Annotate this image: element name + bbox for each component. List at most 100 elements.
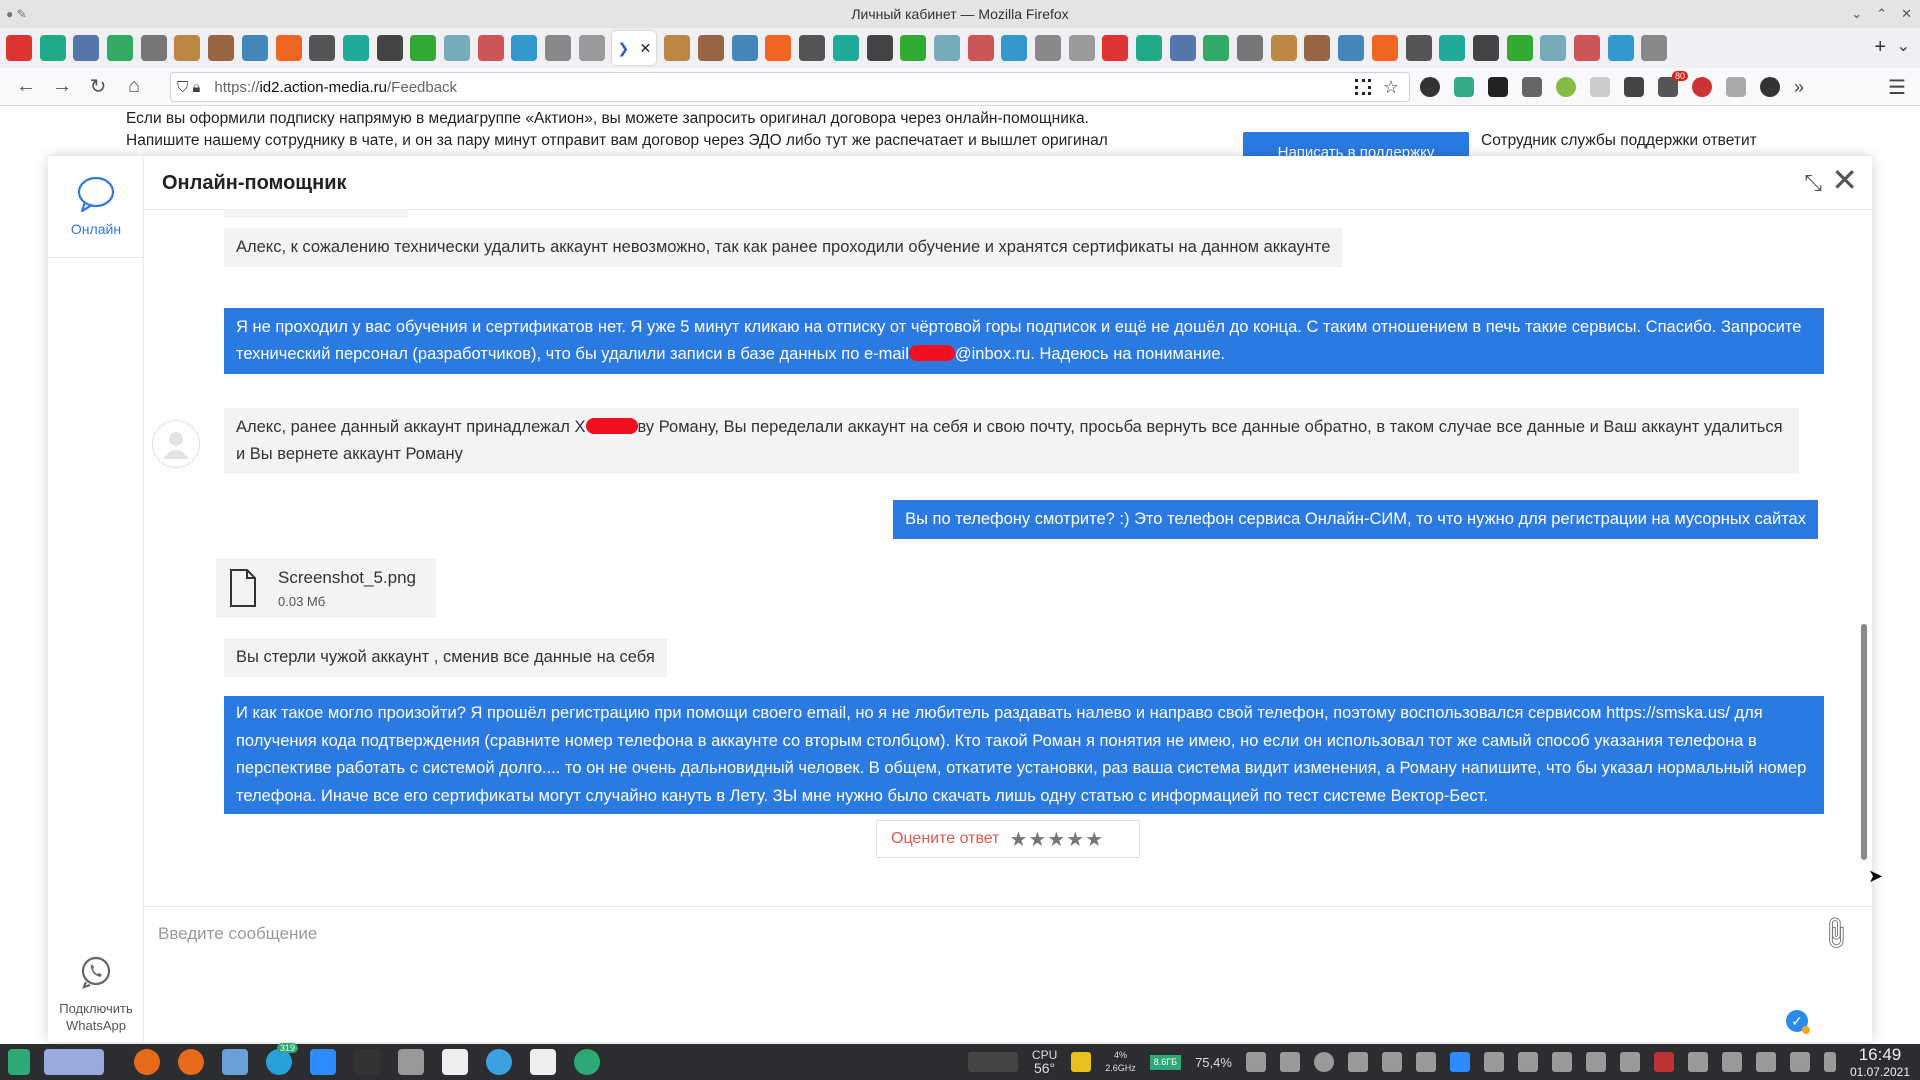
close-dialog-icon[interactable]: ✕	[1831, 164, 1858, 196]
pinned-tab[interactable]	[1540, 35, 1567, 61]
connect-whatsapp-button[interactable]: Подключить WhatsApp	[48, 955, 144, 1042]
media-icon[interactable]	[1279, 1052, 1300, 1072]
battery-icon[interactable]	[1551, 1052, 1572, 1072]
extension-green-icon[interactable]	[1556, 77, 1576, 97]
collapse-icon[interactable]: ⤡	[1804, 170, 1822, 196]
pinned-tab[interactable]	[545, 35, 571, 61]
pinned-tab[interactable]	[765, 35, 792, 61]
usb-icon[interactable]	[1619, 1052, 1640, 1072]
hamburger-menu-icon[interactable]: ☰	[1888, 75, 1906, 100]
pinned-tab[interactable]	[1169, 35, 1196, 61]
rating-stars[interactable]: ★★★★★	[1009, 827, 1104, 852]
pinned-tab[interactable]	[1270, 35, 1297, 61]
extension-a-icon[interactable]	[1420, 77, 1440, 97]
tray-app-icon-2[interactable]	[1415, 1052, 1436, 1072]
pinned-tab[interactable]	[208, 35, 235, 61]
notification-icon[interactable]	[1687, 1052, 1708, 1072]
extension-barcode-icon[interactable]	[1522, 77, 1542, 97]
pinned-tab[interactable]	[107, 35, 134, 61]
back-arrow-icon[interactable]: ←	[8, 75, 44, 98]
file-attachment[interactable]: Screenshot_5.png 0.03 Мб	[216, 558, 436, 618]
pinned-tab[interactable]	[511, 35, 538, 61]
zoom-icon[interactable]	[310, 1049, 336, 1075]
pinned-tab[interactable]	[1203, 35, 1230, 61]
pinned-tab[interactable]	[174, 35, 201, 61]
pinned-tab[interactable]	[1641, 35, 1668, 61]
pinned-tab[interactable]	[241, 35, 268, 61]
pinned-tab[interactable]	[1338, 35, 1365, 61]
forward-arrow-icon[interactable]: →	[44, 75, 80, 98]
pinned-tab[interactable]	[1068, 35, 1095, 61]
pinned-tab[interactable]	[1102, 35, 1129, 61]
bookmark-star-icon[interactable]: ☆	[1383, 77, 1399, 98]
extension-sync-icon[interactable]	[1760, 77, 1780, 97]
firefox-icon-2[interactable]	[178, 1049, 204, 1075]
pinned-tab[interactable]	[73, 35, 100, 61]
pinned-tab[interactable]	[900, 35, 927, 61]
close-tab-icon[interactable]: ✕	[640, 40, 652, 57]
typora-icon[interactable]	[442, 1049, 468, 1075]
online-tab[interactable]: Онлайн	[48, 156, 144, 258]
pinned-tab[interactable]	[967, 35, 994, 61]
app-launcher-icon[interactable]	[8, 1049, 30, 1075]
pinned-tab[interactable]	[1001, 35, 1028, 61]
pinned-tab[interactable]	[376, 35, 403, 61]
pinned-tab[interactable]	[410, 35, 437, 61]
pinned-tab[interactable]	[443, 35, 470, 61]
extension-qr-icon[interactable]	[1624, 77, 1644, 97]
reload-icon[interactable]: ↻	[80, 74, 116, 99]
pinned-tab[interactable]	[1607, 35, 1634, 61]
extension-shield-icon[interactable]	[1590, 77, 1610, 97]
pinned-tab[interactable]	[1573, 35, 1600, 61]
new-tab-button[interactable]: +	[1874, 36, 1886, 59]
pinned-tab[interactable]	[578, 35, 605, 61]
tray-expand-icon[interactable]	[1823, 1052, 1836, 1072]
pinned-tab[interactable]	[275, 35, 302, 61]
pinned-tab[interactable]	[6, 35, 32, 61]
bluetooth-icon[interactable]	[1755, 1052, 1776, 1072]
active-tab[interactable]: ❯ ✕	[612, 31, 657, 65]
url-bar[interactable]: ⛉ 🔒︎ https:// id2.action-media.ru /Feedb…	[170, 72, 1410, 102]
pinned-tab[interactable]	[866, 35, 893, 61]
alarm-icon[interactable]	[1245, 1052, 1266, 1072]
pinned-tab[interactable]	[39, 35, 66, 61]
pinned-tab[interactable]	[342, 35, 369, 61]
telegram-icon[interactable]: 319	[266, 1043, 298, 1075]
qr-code-icon[interactable]	[1355, 79, 1371, 95]
chat-scrollbar-thumb[interactable]	[1861, 624, 1867, 860]
messenger-icon[interactable]	[222, 1049, 248, 1075]
terminal-icon[interactable]	[354, 1049, 380, 1075]
volume-icon[interactable]	[1585, 1052, 1606, 1072]
pinned-tab[interactable]	[799, 35, 826, 61]
clipboard-icon[interactable]	[1483, 1052, 1504, 1072]
chat-messages[interactable]: Алекс, к сожалению технически удалить ак…	[144, 210, 1872, 906]
download-icon[interactable]	[1454, 77, 1474, 97]
pinned-tab[interactable]	[1304, 35, 1331, 61]
typora-icon-2[interactable]	[530, 1049, 556, 1075]
file-name[interactable]: Screenshot_5.png	[278, 568, 416, 588]
maximize-button[interactable]: ⌃	[1876, 0, 1887, 28]
play-icon[interactable]	[1313, 1052, 1334, 1072]
shield-lock-icon[interactable]: ⛉ 🔒︎	[177, 79, 200, 96]
message-input[interactable]	[158, 919, 1798, 949]
extension-grid-icon[interactable]	[1488, 77, 1508, 97]
pinned-tab[interactable]	[309, 35, 336, 61]
tray-app-icon[interactable]	[1347, 1052, 1368, 1072]
pinned-tab[interactable]	[731, 35, 758, 61]
firefox-icon[interactable]	[134, 1049, 160, 1075]
desktop-pager-icon[interactable]	[44, 1049, 104, 1075]
keyboard-layout-flag-icon[interactable]	[1653, 1052, 1674, 1072]
pinned-tab[interactable]	[1472, 35, 1499, 61]
display-icon[interactable]	[1517, 1052, 1538, 1072]
pinned-tab[interactable]	[140, 35, 167, 61]
clock[interactable]: 16:49 01.07.2021	[1850, 1045, 1910, 1079]
pinned-tab[interactable]	[1439, 35, 1466, 61]
pinned-tab[interactable]	[698, 35, 725, 61]
app-green-icon[interactable]	[574, 1049, 600, 1075]
zoom-tray-icon[interactable]	[1449, 1052, 1470, 1072]
pinned-tab[interactable]	[664, 35, 691, 61]
pinned-tab[interactable]	[1371, 35, 1398, 61]
pinned-tab[interactable]	[1237, 35, 1264, 61]
window-menu-icon[interactable]: ● ✎	[6, 0, 27, 28]
extension-drop-icon[interactable]	[1726, 77, 1746, 97]
